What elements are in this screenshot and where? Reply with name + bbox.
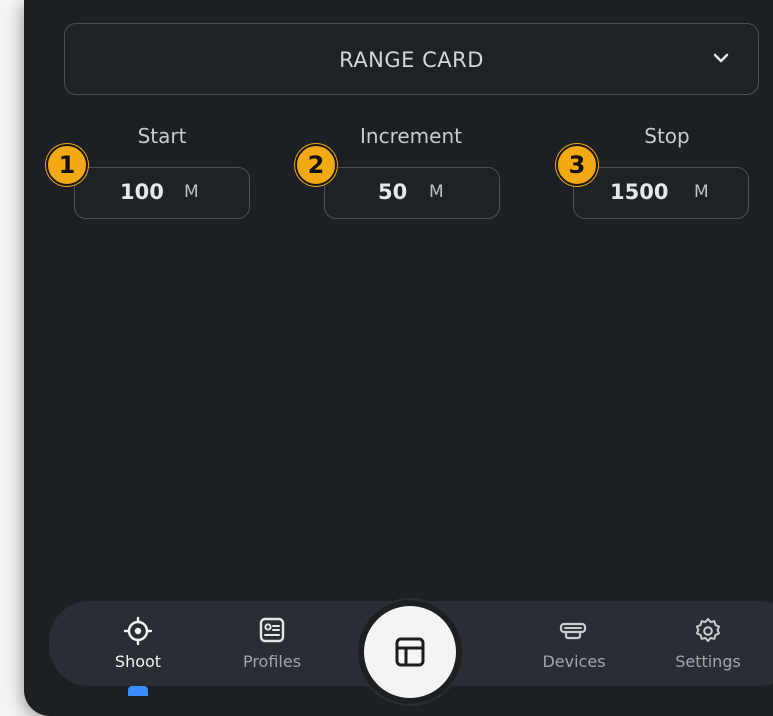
gear-icon bbox=[696, 618, 720, 642]
increment-unit: M bbox=[429, 182, 444, 202]
crosshair-icon bbox=[123, 616, 153, 646]
nav-item-shoot[interactable]: Shoot bbox=[88, 601, 188, 686]
range-card-center-button[interactable] bbox=[364, 606, 456, 698]
nav-label-profiles: Profiles bbox=[242, 652, 302, 671]
active-tab-indicator bbox=[128, 686, 148, 696]
dropdown-title: RANGE CARD bbox=[339, 48, 484, 72]
increment-input[interactable]: 50 M bbox=[324, 167, 500, 219]
increment-value: 50 bbox=[378, 180, 408, 204]
nav-item-settings[interactable]: Settings bbox=[658, 601, 758, 686]
stop-input[interactable]: 1500 M bbox=[573, 167, 749, 219]
step-badge-1: 1 bbox=[46, 144, 88, 186]
step-badge-2: 2 bbox=[295, 144, 337, 186]
nav-item-profiles[interactable]: Profiles bbox=[222, 601, 322, 686]
stop-label: Stop bbox=[644, 124, 690, 148]
nav-label-settings: Settings bbox=[675, 652, 741, 671]
increment-label: Increment bbox=[360, 124, 462, 148]
start-unit: M bbox=[184, 182, 199, 202]
badge-number: 2 bbox=[307, 151, 325, 179]
step-badge-3: 3 bbox=[556, 144, 598, 186]
start-label: Start bbox=[137, 124, 187, 148]
start-input[interactable]: 100 M bbox=[74, 167, 250, 219]
badge-number: 1 bbox=[58, 151, 76, 179]
badge-number: 3 bbox=[568, 151, 586, 179]
stop-value: 1500 bbox=[610, 180, 669, 204]
nav-label-devices: Devices bbox=[542, 652, 606, 671]
profile-card-icon bbox=[259, 617, 285, 643]
chevron-down-icon bbox=[713, 53, 729, 63]
start-value: 100 bbox=[120, 180, 164, 204]
device-icon bbox=[559, 622, 587, 640]
table-icon bbox=[395, 637, 425, 667]
app-screen: RANGE CARD Start 100 M 1 Increment 50 M … bbox=[24, 0, 773, 716]
nav-label-shoot: Shoot bbox=[114, 652, 162, 671]
range-card-dropdown[interactable]: RANGE CARD bbox=[64, 23, 759, 95]
stop-unit: M bbox=[694, 182, 709, 202]
nav-item-devices[interactable]: Devices bbox=[524, 601, 624, 686]
